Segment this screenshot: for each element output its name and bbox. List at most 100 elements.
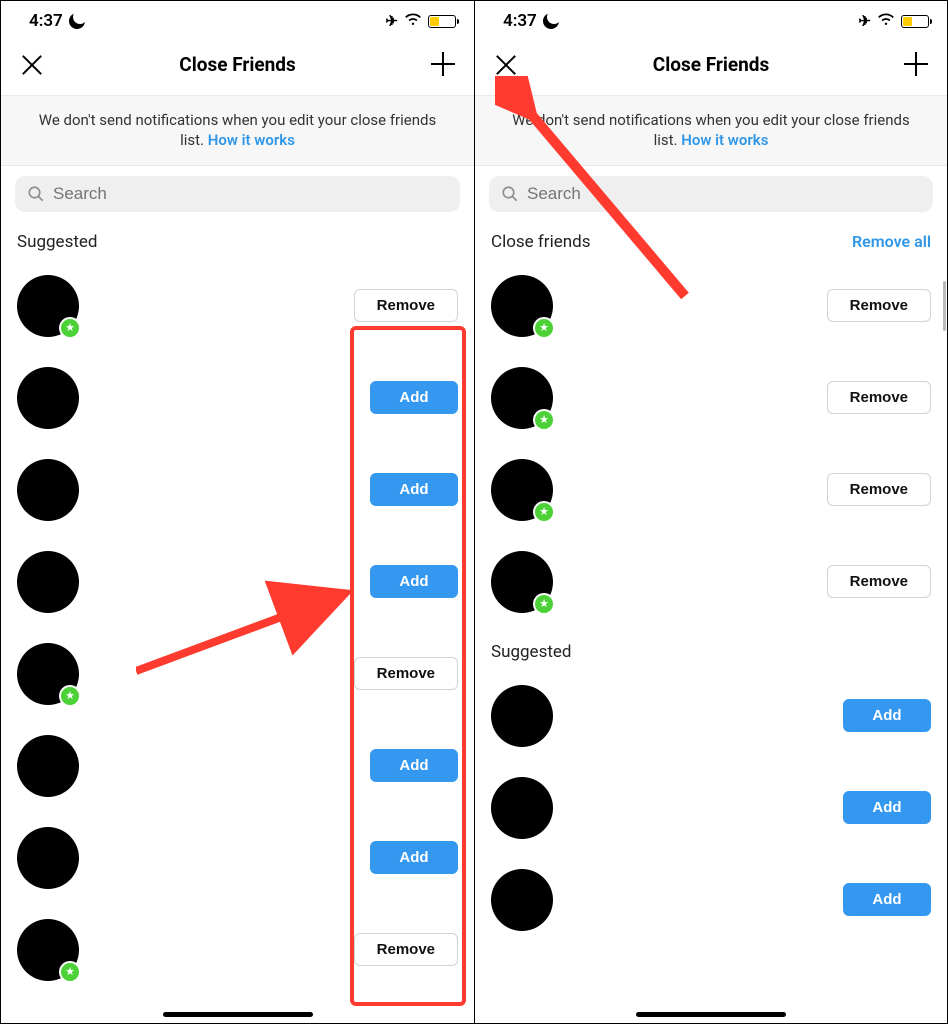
close-friend-star-icon: ★	[533, 593, 555, 615]
section-label: Suggested	[17, 232, 98, 252]
add-friend-button[interactable]: Add	[370, 473, 458, 506]
close-icon	[21, 53, 43, 75]
remove-all-button[interactable]: Remove all	[852, 232, 931, 251]
list-row: Add	[491, 854, 931, 946]
page-title: Close Friends	[521, 53, 901, 76]
search-icon	[27, 185, 45, 203]
add-friend-button[interactable]: Add	[370, 565, 458, 598]
add-friend-button[interactable]: Add	[843, 791, 931, 824]
status-bar: 4:37 ✈	[1, 1, 474, 37]
search-input[interactable]	[527, 184, 921, 204]
remove-button[interactable]: Remove	[827, 289, 931, 322]
scrollbar[interactable]	[943, 281, 946, 331]
section-close-friends: Close friends Remove all	[475, 218, 947, 260]
status-left: 4:37	[503, 11, 559, 31]
avatar[interactable]	[491, 777, 553, 839]
avatar[interactable]	[17, 551, 79, 613]
add-friend-button[interactable]: Add	[843, 883, 931, 916]
list-row: ★ Remove	[17, 260, 458, 352]
home-indicator[interactable]	[636, 1012, 786, 1017]
search-field[interactable]	[489, 176, 933, 212]
phone-right: 4:37 ✈ Close Friends We don't send notif…	[474, 1, 947, 1023]
close-friend-star-icon: ★	[59, 317, 81, 339]
status-bar: 4:37 ✈	[475, 1, 947, 37]
close-friend-star-icon: ★	[533, 317, 555, 339]
how-it-works-link[interactable]: How it works	[681, 131, 768, 149]
add-friend-button[interactable]: Add	[370, 841, 458, 874]
avatar[interactable]	[17, 735, 79, 797]
battery-icon	[428, 15, 456, 28]
page-header: Close Friends	[1, 37, 474, 95]
close-friend-star-icon: ★	[533, 409, 555, 431]
status-time: 4:37	[503, 11, 537, 31]
remove-button[interactable]: Remove	[827, 381, 931, 414]
list-row: ★ Remove	[491, 536, 931, 628]
avatar[interactable]	[17, 827, 79, 889]
avatar[interactable]: ★	[17, 919, 79, 981]
airplane-icon: ✈	[858, 12, 871, 30]
avatar[interactable]: ★	[491, 459, 553, 521]
info-banner: We don't send notifications when you edi…	[475, 95, 947, 166]
how-it-works-link[interactable]: How it works	[208, 131, 295, 149]
list-row: Add	[17, 536, 458, 628]
avatar[interactable]	[17, 459, 79, 521]
add-button[interactable]	[901, 49, 931, 79]
search-icon	[501, 185, 519, 203]
remove-button[interactable]: Remove	[827, 565, 931, 598]
battery-icon	[901, 15, 929, 28]
add-friend-button[interactable]: Add	[370, 381, 458, 414]
do-not-disturb-icon	[543, 13, 559, 29]
remove-button[interactable]: Remove	[354, 289, 458, 322]
page-title: Close Friends	[47, 53, 428, 76]
page-header: Close Friends	[475, 37, 947, 95]
close-button[interactable]	[491, 49, 521, 79]
search-input[interactable]	[53, 184, 448, 204]
list-row: ★ Remove	[491, 352, 931, 444]
avatar[interactable]	[17, 367, 79, 429]
section-label: Suggested	[491, 642, 572, 662]
do-not-disturb-icon	[69, 13, 85, 29]
close-friends-list: ★ Remove ★ Remove ★ Remove ★ Remove	[475, 260, 947, 628]
close-button[interactable]	[17, 49, 47, 79]
close-friend-star-icon: ★	[533, 501, 555, 523]
list-row: ★ Remove	[17, 628, 458, 720]
avatar[interactable]: ★	[491, 551, 553, 613]
search-field[interactable]	[15, 176, 460, 212]
add-friend-button[interactable]: Add	[843, 699, 931, 732]
add-friend-button[interactable]: Add	[370, 749, 458, 782]
home-indicator[interactable]	[163, 1012, 313, 1017]
wifi-icon	[404, 11, 422, 31]
list-row: Add	[491, 670, 931, 762]
close-friend-star-icon: ★	[59, 685, 81, 707]
phone-left: 4:37 ✈ Close Friends We don't send notif…	[1, 1, 474, 1023]
list-row: Add	[17, 444, 458, 536]
status-time: 4:37	[29, 11, 63, 31]
remove-button[interactable]: Remove	[354, 933, 458, 966]
remove-button[interactable]: Remove	[827, 473, 931, 506]
wifi-icon	[877, 11, 895, 31]
list-row: Add	[17, 352, 458, 444]
remove-button[interactable]: Remove	[354, 657, 458, 690]
close-icon	[495, 53, 517, 75]
avatar[interactable]: ★	[491, 367, 553, 429]
suggested-list: Add Add Add	[475, 670, 947, 946]
add-button[interactable]	[428, 49, 458, 79]
list-row: ★ Remove	[17, 904, 458, 996]
avatar[interactable]: ★	[17, 275, 79, 337]
suggested-list: ★ Remove Add Add Add ★ Remove Add Add ★	[1, 260, 474, 996]
plus-icon	[904, 52, 928, 76]
info-banner: We don't send notifications when you edi…	[1, 95, 474, 166]
avatar[interactable]: ★	[491, 275, 553, 337]
list-row: Add	[491, 762, 931, 854]
avatar[interactable]	[491, 685, 553, 747]
close-friend-star-icon: ★	[59, 961, 81, 983]
status-right: ✈	[385, 11, 456, 31]
status-right: ✈	[858, 11, 929, 31]
section-suggested: Suggested	[475, 628, 947, 670]
list-row: Add	[17, 812, 458, 904]
list-row: Add	[17, 720, 458, 812]
plus-icon	[431, 52, 455, 76]
avatar[interactable]: ★	[17, 643, 79, 705]
list-row: ★ Remove	[491, 260, 931, 352]
avatar[interactable]	[491, 869, 553, 931]
